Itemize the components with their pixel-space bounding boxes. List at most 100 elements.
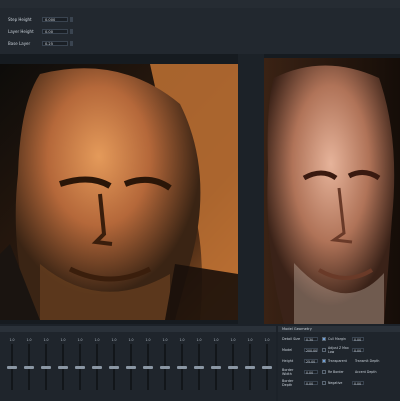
geometry-option-input[interactable]: 0.00 xyxy=(352,337,364,342)
fader-value: 1.0 xyxy=(230,338,236,342)
param-row-layer-height: Layer Height 0.00 xyxy=(8,28,73,34)
fader-channel[interactable]: 1.0 xyxy=(225,338,241,394)
fader-channel[interactable]: 1.0 xyxy=(106,338,122,394)
fader-value: 1.0 xyxy=(247,338,253,342)
fader-channel[interactable]: 1.0 xyxy=(191,338,207,394)
viewport-divider[interactable] xyxy=(238,54,264,324)
geometry-value-input[interactable]: 25.00 xyxy=(304,359,318,364)
base-layer-stepper[interactable] xyxy=(70,40,73,46)
fader-channel[interactable]: 1.0 xyxy=(242,338,258,394)
geometry-rows: Detail Size 0.30 Cull Margin 0.00 Model 200.0… xyxy=(278,334,400,400)
toolbar-panel: Step Height 0.000 Layer Height 0.00 Base… xyxy=(0,8,400,55)
model-geometry-header: Model Geometry xyxy=(278,326,400,332)
fader-value: 1.0 xyxy=(162,338,168,342)
param-row-step-height: Step Height 0.000 xyxy=(8,16,73,22)
geometry-option-label: Transparent xyxy=(328,359,347,363)
geometry-row: Detail Size 0.30 Cull Margin 0.00 xyxy=(282,336,398,342)
source-portrait-image[interactable] xyxy=(264,58,400,324)
step-height-stepper[interactable] xyxy=(70,16,73,22)
param-row-base-layer: Base Layer 0.25 xyxy=(8,40,73,46)
fader-bank: 1.0 1.0 1.0 1.0 1.0 1.0 1.0 1.0 1.0 1.0 1.0 1.0 1.0 1… xyxy=(0,338,276,398)
fader-knob[interactable] xyxy=(109,366,119,369)
fader-value: 1.0 xyxy=(128,338,134,342)
geometry-label: Border Width xyxy=(282,368,294,376)
geometry-option-label: Cull Margin xyxy=(328,337,346,341)
fader-value: 1.0 xyxy=(196,338,202,342)
panel-title: Model Geometry xyxy=(282,327,312,331)
fader-knob[interactable] xyxy=(143,366,153,369)
fader-value: 1.0 xyxy=(145,338,151,342)
fader-value: 1.0 xyxy=(60,338,66,342)
fader-channel[interactable]: 1.0 xyxy=(123,338,139,394)
fader-value: 1.0 xyxy=(77,338,83,342)
base-layer-input[interactable]: 0.25 xyxy=(42,40,68,46)
fader-channel[interactable]: 1.0 xyxy=(157,338,173,394)
fader-value: 1.0 xyxy=(179,338,185,342)
geometry-label: Border Depth xyxy=(282,379,294,387)
fader-knob[interactable] xyxy=(194,366,204,369)
fader-knob[interactable] xyxy=(160,366,170,369)
fader-channel[interactable]: 1.0 xyxy=(55,338,71,394)
geometry-label: Detail Size xyxy=(282,337,301,341)
fader-channel[interactable]: 1.0 xyxy=(21,338,37,394)
source-portrait-svg xyxy=(264,58,400,324)
fader-knob[interactable] xyxy=(24,366,34,369)
fader-knob[interactable] xyxy=(211,366,221,369)
fader-value: 1.0 xyxy=(26,338,32,342)
layer-height-stepper[interactable] xyxy=(70,28,73,34)
fader-knob[interactable] xyxy=(58,366,68,369)
geometry-checkbox[interactable] xyxy=(322,348,326,352)
geometry-value-input[interactable]: 0.30 xyxy=(304,337,318,342)
fader-value: 1.0 xyxy=(213,338,219,342)
fader-knob[interactable] xyxy=(75,366,85,369)
geometry-option-input[interactable]: 0.00 xyxy=(352,381,364,386)
processed-portrait-svg xyxy=(0,64,238,320)
fader-channel[interactable]: 1.0 xyxy=(89,338,105,394)
mixer-panel-header xyxy=(0,326,276,332)
geometry-row: Border Depth 0.00 Negative 0.00 xyxy=(282,379,398,387)
processed-portrait-image[interactable] xyxy=(0,64,238,320)
geometry-checkbox[interactable] xyxy=(322,337,326,341)
fader-knob[interactable] xyxy=(177,366,187,369)
geometry-row: Border Width 0.00 Re Border Accent Depth xyxy=(282,368,398,376)
param-label: Base Layer xyxy=(8,40,31,46)
fader-value: 1.0 xyxy=(43,338,49,342)
fader-channel[interactable]: 1.0 xyxy=(4,338,20,394)
geometry-checkbox[interactable] xyxy=(322,370,326,374)
geometry-extra-label: Accent Depth xyxy=(355,370,377,374)
geometry-value-input[interactable]: 0.00 xyxy=(304,381,318,386)
fader-knob[interactable] xyxy=(41,366,51,369)
fader-knob[interactable] xyxy=(7,366,17,369)
geometry-option-label: Re Border xyxy=(328,370,344,374)
layer-height-input[interactable]: 0.00 xyxy=(42,28,68,34)
geometry-extra-label: Transmit Depth xyxy=(355,359,380,363)
fader-channel[interactable]: 1.0 xyxy=(259,338,275,394)
step-height-input[interactable]: 0.000 xyxy=(42,16,68,22)
geometry-value-input[interactable]: 200.00 xyxy=(304,348,318,353)
fader-knob[interactable] xyxy=(126,366,136,369)
fader-value: 1.0 xyxy=(9,338,15,342)
geometry-value-input[interactable]: 0.00 xyxy=(304,370,318,375)
fader-value: 1.0 xyxy=(264,338,270,342)
geometry-checkbox[interactable] xyxy=(322,359,326,363)
geometry-option-label: Adjust Z Max Low xyxy=(328,346,349,354)
fader-value: 1.0 xyxy=(111,338,117,342)
fader-knob[interactable] xyxy=(245,366,255,369)
geometry-label: Height xyxy=(282,359,294,363)
geometry-option-input[interactable]: 0.00 xyxy=(352,348,364,353)
fader-knob[interactable] xyxy=(92,366,102,369)
fader-channel[interactable]: 1.0 xyxy=(174,338,190,394)
fader-knob[interactable] xyxy=(228,366,238,369)
fader-channel[interactable]: 1.0 xyxy=(140,338,156,394)
geometry-row: Height 25.00 Transparent Transmit Depth xyxy=(282,358,398,364)
fader-channel[interactable]: 1.0 xyxy=(38,338,54,394)
fader-channel[interactable]: 1.0 xyxy=(208,338,224,394)
param-label: Layer Height xyxy=(8,28,34,34)
fader-value: 1.0 xyxy=(94,338,100,342)
fader-knob[interactable] xyxy=(262,366,272,369)
window-title-strip xyxy=(0,0,400,8)
geometry-checkbox[interactable] xyxy=(322,381,326,385)
geometry-option-label: Negative xyxy=(328,381,343,385)
fader-channel[interactable]: 1.0 xyxy=(72,338,88,394)
geometry-label: Model xyxy=(282,348,293,352)
